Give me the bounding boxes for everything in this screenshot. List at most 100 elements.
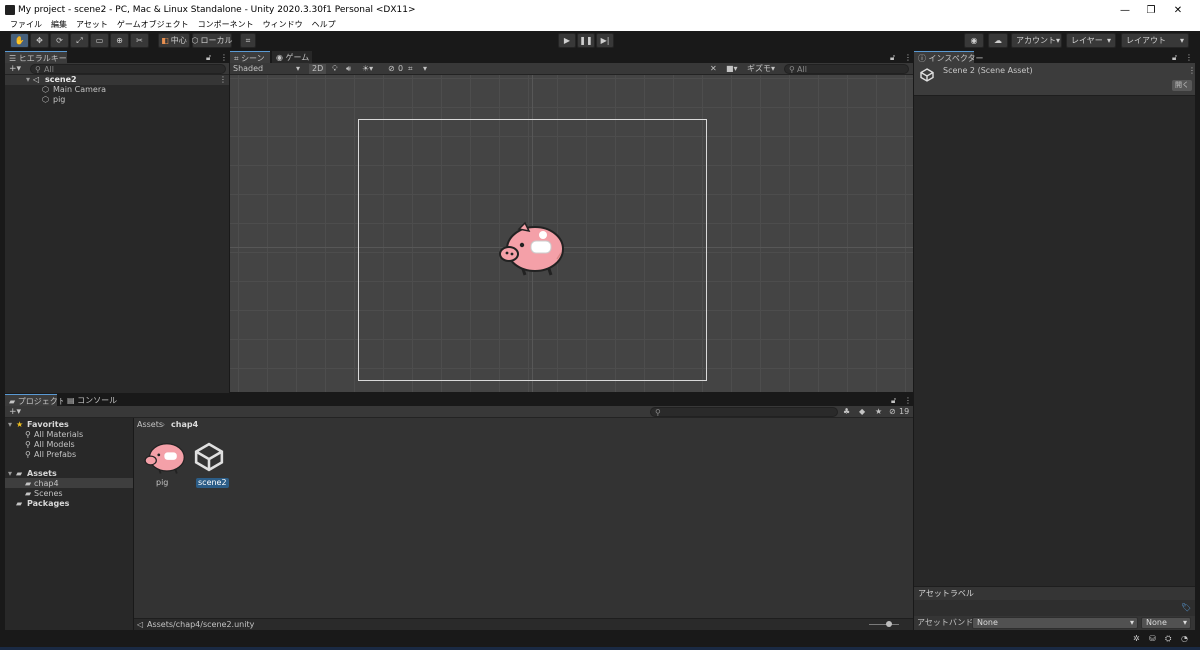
scene-viewport[interactable] — [230, 75, 913, 392]
hierarchy-toolbar: +▾ ⚲ All — [5, 63, 229, 75]
asset-file-label-selected[interactable]: scene2 — [196, 478, 229, 488]
filter-label-icon[interactable]: ◆ — [859, 407, 865, 417]
tab-hierarchy-label: ヒエラルキー — [18, 54, 67, 63]
label-tag-icon[interactable]: 🏷︎ — [1181, 603, 1191, 613]
more-menu-icon[interactable]: ⋮ — [1185, 53, 1193, 63]
grid-snap-icon[interactable]: ⌗ — [408, 64, 413, 74]
menu-help[interactable]: ヘルプ — [312, 19, 336, 31]
cache-icon[interactable]: ⛁ — [1149, 634, 1156, 644]
menu-edit[interactable]: 編集 — [51, 19, 67, 31]
menu-file[interactable]: ファイル — [10, 19, 42, 31]
zoom-slider-thumb[interactable] — [886, 621, 892, 627]
search-icon: ⚲ — [25, 450, 31, 459]
project-add-button[interactable]: +▾ — [9, 407, 21, 417]
asset-variant-dropdown[interactable]: None ▾ — [1141, 617, 1191, 629]
close-button[interactable]: ✕ — [1171, 3, 1185, 17]
pause-button[interactable]: ❚❚ — [577, 33, 595, 48]
pivot-toggle[interactable]: ◧ 中心 — [158, 33, 190, 48]
space-toggle[interactable]: ⬡ ローカル — [192, 33, 233, 48]
gizmos-dropdown[interactable]: ギズモ — [747, 64, 771, 74]
asset-bundle-dropdown[interactable]: None ▾ — [972, 617, 1138, 629]
maximize-button[interactable]: ❐ — [1144, 3, 1158, 17]
account-dropdown[interactable]: アカウント ▾ — [1011, 33, 1062, 48]
menu-window[interactable]: ウィンドウ — [263, 19, 303, 31]
menu-assets[interactable]: アセット — [76, 19, 108, 31]
list-icon: ☰ — [9, 54, 19, 63]
selected-asset-path: Assets/chap4/scene2.unity — [147, 620, 255, 629]
audio-icon[interactable]: 🔊︎ — [346, 64, 351, 74]
menu-gameobject[interactable]: ゲームオブジェクト — [117, 19, 189, 31]
chevron-right-icon: › — [162, 420, 166, 429]
hand-tool-icon[interactable]: ✋ — [10, 33, 29, 48]
rect-tool-icon[interactable]: ▭ — [90, 33, 109, 48]
move-tool-icon[interactable]: ✥ — [30, 33, 49, 48]
layout-label: レイアウト — [1126, 36, 1166, 45]
pig-asset-thumbnail[interactable] — [143, 440, 187, 476]
lock-icon[interactable]: 🔓︎ — [891, 396, 896, 406]
packages-folder-label[interactable]: Packages — [27, 499, 69, 509]
hidden-packages-icon[interactable]: ⊘ — [889, 407, 896, 417]
more-menu-icon[interactable]: ⋮ — [904, 396, 912, 406]
chevron-down-icon: ▾ — [423, 64, 428, 73]
unity-scene-asset-icon[interactable] — [194, 442, 224, 472]
shading-mode-dropdown[interactable]: Shaded — [233, 64, 263, 74]
project-search-input[interactable]: ⚲ — [650, 407, 838, 417]
menu-component[interactable]: コンポーネント — [198, 19, 254, 31]
play-button[interactable]: ▶ — [558, 33, 576, 48]
tab-scene-label: シーン — [241, 54, 265, 63]
step-button[interactable]: ▶| — [596, 33, 614, 48]
asset-bundle-value: None — [977, 618, 998, 627]
hierarchy-add-button[interactable]: +▾ — [9, 64, 21, 74]
favorite-item[interactable]: All Prefabs — [34, 450, 76, 460]
lighting-icon[interactable]: 💡︎ — [332, 64, 338, 74]
rotate-tool-icon[interactable]: ⟳ — [50, 33, 69, 48]
visibility-icon[interactable]: ⊘ — [388, 64, 395, 74]
camera-icon[interactable]: ■▾ — [726, 64, 738, 74]
folder-label[interactable]: Scenes — [34, 489, 63, 499]
favorite-star-icon[interactable]: ★ — [875, 407, 882, 417]
filter-type-icon[interactable]: ♣ — [843, 407, 850, 417]
favorites-label[interactable]: Favorites — [27, 420, 69, 430]
more-menu-icon[interactable]: ⋮ — [220, 53, 228, 63]
hierarchy-item[interactable]: ⬡ Main Camera — [5, 85, 229, 95]
lock-icon[interactable]: 🔓︎ — [1172, 53, 1177, 63]
more-menu-icon[interactable]: ⋮ — [1188, 66, 1196, 76]
layout-dropdown[interactable]: レイアウト ▾ — [1121, 33, 1189, 48]
collab-icon[interactable]: ◉ — [964, 33, 984, 48]
pig-sprite[interactable] — [497, 221, 567, 279]
lock-icon[interactable]: 🔓︎ — [890, 53, 895, 63]
grid-icon: ⌗ — [234, 54, 242, 63]
favorite-item[interactable]: All Models — [34, 440, 75, 450]
hierarchy-item[interactable]: ⬡ pig — [5, 95, 229, 105]
open-button[interactable]: 開く — [1172, 80, 1192, 91]
zoom-slider-track[interactable] — [869, 624, 899, 625]
asset-file-label[interactable]: pig — [156, 478, 168, 488]
debug-icon[interactable]: ✲ — [1133, 634, 1140, 644]
hierarchy-search-input[interactable]: ⚲ All — [30, 64, 226, 74]
expand-arrow-icon: ▾ — [26, 75, 31, 84]
breadcrumb-current[interactable]: chap4 — [171, 420, 198, 430]
lock-icon[interactable]: 🔓︎ — [206, 53, 211, 63]
2d-toggle[interactable]: 2D — [309, 64, 327, 74]
layers-dropdown[interactable]: レイヤー ▾ — [1066, 33, 1116, 48]
favorite-item[interactable]: All Materials — [34, 430, 83, 440]
more-menu-icon[interactable]: ⋮ — [904, 53, 912, 63]
folder-label[interactable]: chap4 — [34, 479, 59, 489]
progress-icon[interactable]: ◔ — [1181, 634, 1188, 644]
status-bar: ✲ ⛁ ⛭ ◔ — [0, 630, 1200, 650]
star-icon: ★ — [16, 420, 24, 429]
breadcrumb-assets[interactable]: Assets — [137, 420, 163, 430]
search-icon: ⚲ — [655, 408, 661, 417]
more-menu-icon[interactable]: ⋮ — [219, 75, 227, 85]
scene-row[interactable]: ▾ ◁ scene2 ⋮ — [5, 75, 229, 85]
scale-tool-icon[interactable]: ⤢ — [70, 33, 89, 48]
grid-snap-icon[interactable]: ⌗ — [240, 33, 256, 48]
scene-search-input[interactable]: ⚲ All — [784, 64, 909, 74]
minimize-button[interactable]: — — [1118, 3, 1132, 17]
custom-tool-icon[interactable]: ✂ — [130, 33, 149, 48]
cloud-icon[interactable]: ☁ — [988, 33, 1008, 48]
transform-tool-icon[interactable]: ⊕ — [110, 33, 129, 48]
bake-icon[interactable]: ⛭ — [1165, 634, 1171, 644]
tools-icon[interactable]: ✕ — [710, 64, 717, 74]
effects-icon[interactable]: ☀▾ — [362, 64, 373, 74]
